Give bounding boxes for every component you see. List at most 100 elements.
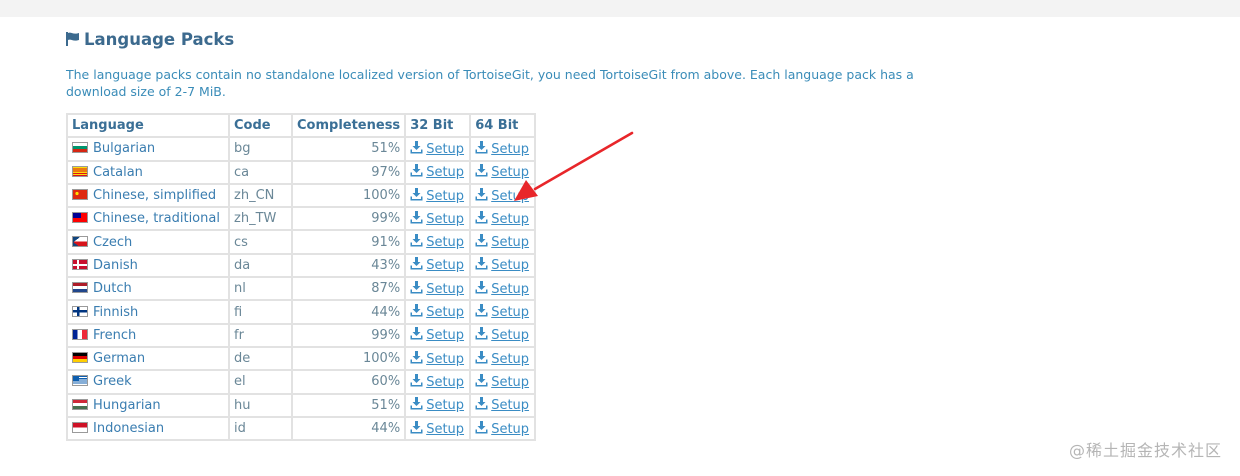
table-row: Czech cs 91% Setup Setup [66,229,537,255]
setup-64bit-link[interactable]: Setup [475,210,530,227]
setup-64bit-link[interactable]: Setup [475,327,529,343]
setup-64bit-label: Setup [491,235,530,251]
completeness-cell: 44% [290,299,407,325]
table-row: Chinese, traditional zh_TW 99% Setup Setup [66,206,537,232]
setup-32bit-link[interactable]: Setup [410,327,464,343]
setup-32bit-label: Setup [426,421,465,437]
setup-32bit-link[interactable]: Setup [410,187,464,204]
table-row: German de 100% Setup Setup [66,345,537,372]
language-name: Dutch [93,281,132,297]
download-icon [410,164,423,177]
setup-32bit-link[interactable]: Setup [410,210,465,227]
download-icon [475,257,488,270]
watermark: @稀土掘金技术社区 [1068,441,1222,460]
setup-64bit-label: Setup [491,351,530,367]
header-64bit: 64 Bit [469,112,537,139]
setup-64bit-cell: Setup [469,299,537,325]
top-bar [0,0,1240,17]
download-icon [475,304,488,317]
setup-32bit-link[interactable]: Setup [410,397,464,413]
download-icon [410,234,423,247]
setup-64bit-link[interactable]: Setup [475,280,529,297]
setup-32bit-cell: Setup [404,299,472,325]
table-row: Chinese, simplified zh_CN 100% Setup Setup [66,182,537,209]
setup-64bit-link[interactable]: Setup [475,187,530,204]
completeness-cell: 43% [290,252,407,279]
completeness-cell: 60% [290,369,407,395]
setup-64bit-link[interactable]: Setup [475,373,529,390]
setup-64bit-link[interactable]: Setup [475,257,530,274]
download-icon [475,140,488,154]
language-cell: Finnish [66,299,230,325]
setup-64bit-cell: Setup [469,392,537,418]
completeness-cell: 100% [290,182,407,209]
setup-64bit-label: Setup [491,188,530,204]
language-name: French [93,327,137,343]
download-icon [410,187,423,201]
download-icon [475,187,488,201]
setup-64bit-link[interactable]: Setup [475,140,529,157]
table-row: Indonesian id 44% Setup Setup [66,415,537,442]
setup-32bit-cell: Setup [404,345,472,372]
setup-64bit-label: Setup [491,398,530,414]
setup-32bit-cell: Setup [404,252,472,279]
code-cell: da [228,252,293,279]
setup-32bit-cell: Setup [404,276,472,302]
completeness-cell: 91% [290,229,407,255]
language-cell: Danish [66,252,230,279]
setup-32bit-cell: Setup [404,136,472,162]
code-cell: id [228,415,293,442]
setup-32bit-link[interactable]: Setup [410,280,464,297]
setup-32bit-link[interactable]: Setup [410,420,465,437]
setup-32bit-link[interactable]: Setup [410,304,464,320]
download-icon [410,327,423,340]
setup-32bit-link[interactable]: Setup [410,350,464,367]
setup-64bit-label: Setup [491,258,530,274]
header-32bit: 32 Bit [404,112,472,139]
setup-32bit-cell: Setup [404,206,472,232]
setup-32bit-link[interactable]: Setup [410,234,464,250]
download-icon [410,280,423,294]
completeness-cell: 97% [290,159,407,185]
language-name: Indonesian [93,421,165,436]
code-cell: el [228,369,293,395]
setup-64bit-link[interactable]: Setup [475,304,529,320]
code-cell: zh_CN [228,182,293,209]
setup-32bit-link[interactable]: Setup [410,140,464,157]
arrow-shaft [533,131,634,191]
setup-32bit-link[interactable]: Setup [410,257,464,273]
download-icon [410,140,423,154]
download-icon [410,210,423,224]
completeness-cell: 87% [290,276,407,302]
setup-32bit-cell: Setup [404,182,472,209]
language-name: German [93,351,146,367]
setup-32bit-link[interactable]: Setup [410,164,464,180]
setup-64bit-link[interactable]: Setup [475,397,530,414]
setup-64bit-cell: Setup [469,276,537,302]
setup-64bit-link[interactable]: Setup [475,234,530,251]
language-name: Greek [93,374,132,390]
setup-64bit-cell: Setup [469,252,537,279]
download-icon [475,164,488,177]
setup-32bit-link[interactable]: Setup [410,373,465,390]
table-row: Greek el 60% Setup Setup [66,369,537,395]
country-flag-icon [72,142,88,154]
setup-64bit-link[interactable]: Setup [475,350,530,367]
setup-64bit-cell: Setup [469,322,537,348]
setup-64bit-link[interactable]: Setup [475,164,529,180]
setup-64bit-label: Setup [491,211,530,227]
download-icon [410,257,423,270]
country-flag-icon [72,212,88,224]
completeness-cell: 99% [290,206,407,232]
setup-32bit-label: Setup [426,211,465,227]
setup-64bit-cell: Setup [469,136,537,162]
download-icon [475,210,488,224]
setup-32bit-cell: Setup [404,369,472,395]
setup-64bit-cell: Setup [469,182,537,209]
table-row: Bulgarian bg 51% Setup Setup [66,136,537,162]
code-cell: hu [228,392,293,418]
setup-32bit-label: Setup [426,374,465,390]
completeness-cell: 44% [290,415,407,442]
setup-64bit-link[interactable]: Setup [475,420,529,437]
setup-32bit-cell: Setup [404,392,472,418]
